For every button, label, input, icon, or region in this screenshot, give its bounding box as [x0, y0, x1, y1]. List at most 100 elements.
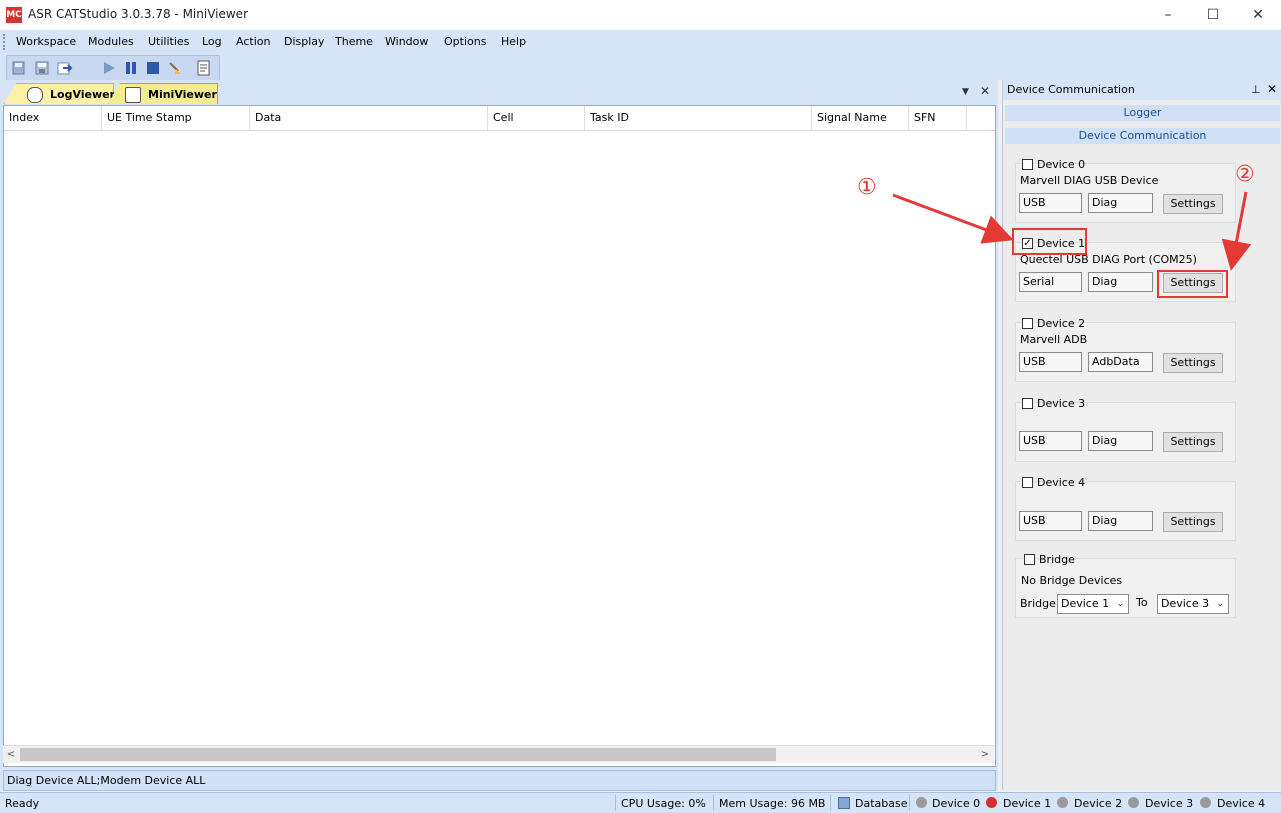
device-4-interface-field[interactable]: USB: [1019, 511, 1082, 531]
chevron-down-icon: ⌄: [1216, 599, 1224, 609]
menu-utilities[interactable]: Utilities: [148, 35, 189, 48]
stop-icon[interactable]: [145, 60, 161, 76]
panel-close-icon[interactable]: ✕: [1267, 82, 1277, 96]
data-grid[interactable]: Index UE Time Stamp Data Cell Task ID Si…: [3, 105, 996, 767]
device-3-interface-field[interactable]: USB: [1019, 431, 1082, 451]
pin-icon[interactable]: ⊥: [1251, 83, 1261, 96]
device-2-label: Device 2: [1037, 317, 1086, 330]
column-header-signal-name[interactable]: Signal Name: [812, 106, 909, 130]
status-device-1[interactable]: Device 1: [1003, 797, 1051, 810]
scroll-left-icon[interactable]: <: [3, 747, 19, 762]
device-0-checkbox[interactable]: [1022, 159, 1033, 170]
status-device-4[interactable]: Device 4: [1217, 797, 1265, 810]
column-header-cell[interactable]: Cell: [488, 106, 585, 130]
bridge-to-label: To: [1136, 596, 1148, 609]
menu-workspace[interactable]: Workspace: [16, 35, 76, 48]
bridge-to-value: Device 3: [1161, 597, 1210, 610]
tab-list-chevron-down-icon[interactable]: ▼: [962, 87, 969, 97]
column-header-data[interactable]: Data: [250, 106, 488, 130]
database-icon: [838, 797, 850, 809]
panel-title-bar: Device Communication ⊥ ✕: [1003, 80, 1281, 100]
device-0-interface-field[interactable]: USB: [1019, 193, 1082, 213]
tab-miniviewer-label: MiniViewer: [148, 88, 217, 101]
save-all-icon[interactable]: [11, 60, 27, 76]
device-4-checkbox[interactable]: [1022, 477, 1033, 488]
menu-options[interactable]: Options: [444, 35, 486, 48]
device-2-settings-button[interactable]: Settings: [1163, 353, 1223, 373]
menu-window[interactable]: Window: [385, 35, 428, 48]
annotation-marker-2: ②: [1235, 162, 1255, 187]
device-0-settings-button[interactable]: Settings: [1163, 194, 1223, 214]
tab-miniviewer[interactable]: MiniViewer: [108, 83, 218, 104]
column-header-task-id[interactable]: Task ID: [585, 106, 812, 130]
play-icon[interactable]: [101, 60, 117, 76]
status-database[interactable]: Database: [855, 797, 908, 810]
device-2-description: Marvell ADB: [1020, 333, 1088, 346]
status-cpu-usage: CPU Usage: 0%: [621, 797, 706, 810]
device-3-mode-field[interactable]: Diag: [1088, 431, 1153, 451]
status-separator: [615, 795, 616, 811]
device-0-status-icon: [916, 797, 927, 808]
column-header-sfn[interactable]: SFN: [909, 106, 967, 130]
close-button[interactable]: ✕: [1235, 0, 1281, 30]
bridge-row-label: Bridge: [1020, 597, 1056, 610]
minimize-button[interactable]: –: [1145, 0, 1191, 30]
menu-log[interactable]: Log: [202, 35, 222, 48]
menu-theme[interactable]: Theme: [335, 35, 373, 48]
device-2-mode-field[interactable]: AdbData: [1088, 352, 1153, 372]
bridge-checkbox[interactable]: [1024, 554, 1035, 565]
report-icon[interactable]: [196, 60, 212, 76]
device-2-interface-field[interactable]: USB: [1019, 352, 1082, 372]
toolbar: [0, 54, 1281, 81]
menu-display[interactable]: Display: [284, 35, 325, 48]
device-3-settings-button[interactable]: Settings: [1163, 432, 1223, 452]
device-3-checkbox[interactable]: [1022, 398, 1033, 409]
pause-icon[interactable]: [123, 60, 139, 76]
magnifier-icon: [27, 87, 43, 103]
device-2-checkbox[interactable]: [1022, 318, 1033, 329]
device-1-mode-field[interactable]: Diag: [1088, 272, 1153, 292]
device-0-description: Marvell DIAG USB Device: [1020, 174, 1159, 187]
import-icon[interactable]: [57, 60, 73, 76]
section-device-communication[interactable]: Device Communication: [1005, 128, 1280, 144]
status-separator: [909, 795, 910, 811]
tab-logviewer[interactable]: LogViewer: [4, 83, 114, 104]
status-separator: [713, 795, 714, 811]
menu-grip: [3, 34, 8, 50]
device-4-settings-button[interactable]: Settings: [1163, 512, 1223, 532]
bridge-status: No Bridge Devices: [1021, 574, 1123, 587]
bridge-from-select[interactable]: Device 1 ⌄: [1057, 594, 1129, 614]
horizontal-scrollbar[interactable]: < >: [3, 745, 994, 763]
status-device-3[interactable]: Device 3: [1145, 797, 1193, 810]
annotation-marker-1: ①: [857, 175, 877, 200]
toolbar-strip: [6, 55, 220, 81]
annotation-box-settings: [1157, 270, 1228, 298]
scrollbar-thumb[interactable]: [20, 748, 776, 761]
device-4-label: Device 4: [1037, 476, 1086, 489]
bridge-to-select[interactable]: Device 3 ⌄: [1157, 594, 1229, 614]
column-header-ue-time-stamp[interactable]: UE Time Stamp: [102, 106, 250, 130]
menu-action[interactable]: Action: [236, 35, 270, 48]
device-4-mode-field[interactable]: Diag: [1088, 511, 1153, 531]
device-0-mode-field[interactable]: Diag: [1088, 193, 1153, 213]
status-device-2[interactable]: Device 2: [1074, 797, 1122, 810]
grid-header: Index UE Time Stamp Data Cell Task ID Si…: [4, 106, 995, 131]
status-bar: Ready CPU Usage: 0% Mem Usage: 96 MB Dat…: [0, 792, 1281, 813]
mil-icon: [125, 87, 141, 103]
menu-modules[interactable]: Modules: [88, 35, 134, 48]
column-header-index[interactable]: Index: [4, 106, 102, 130]
section-logger[interactable]: Logger: [1005, 105, 1280, 121]
status-device-0[interactable]: Device 0: [932, 797, 980, 810]
save-icon[interactable]: [34, 60, 50, 76]
device-1-interface-field[interactable]: Serial: [1019, 272, 1082, 292]
device-1-status-icon: [986, 797, 997, 808]
maximize-button[interactable]: ☐: [1190, 0, 1236, 30]
scroll-right-icon[interactable]: >: [977, 747, 993, 762]
info-bar-text: Diag Device ALL;Modem Device ALL: [7, 774, 206, 787]
title-bar: MC ASR CATStudio 3.0.3.78 - MiniViewer –…: [0, 0, 1281, 30]
status-separator: [830, 795, 831, 811]
device-3-status-icon: [1128, 797, 1139, 808]
menu-help[interactable]: Help: [501, 35, 526, 48]
document-close-icon[interactable]: ✕: [980, 84, 990, 98]
clear-icon[interactable]: [167, 60, 183, 76]
